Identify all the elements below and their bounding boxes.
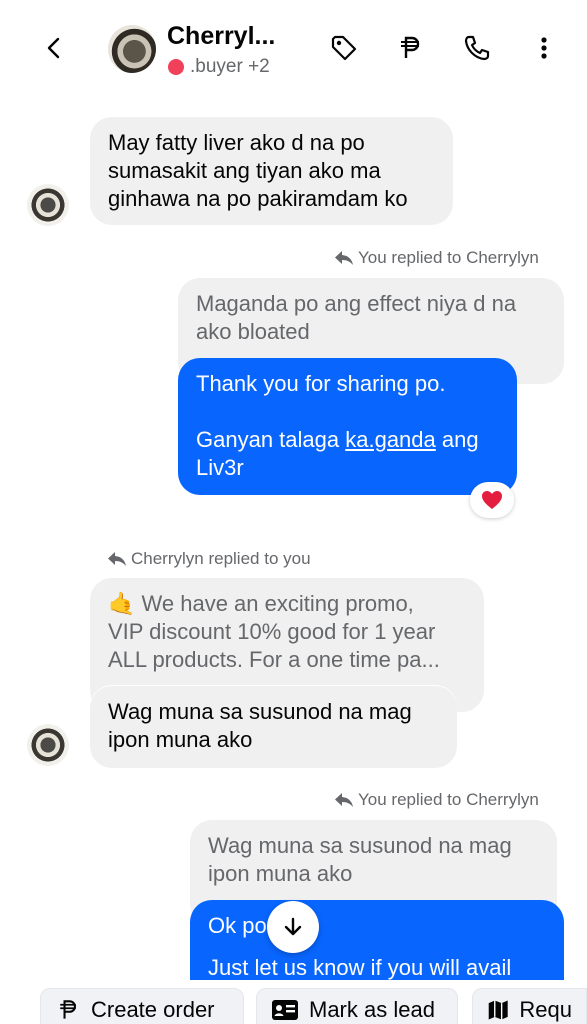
payment-button[interactable] bbox=[394, 32, 426, 64]
contact-label-row[interactable]: .buyer +2 bbox=[168, 56, 270, 78]
outgoing-message-1[interactable]: Thank you for sharing po. Ganyan talaga … bbox=[178, 358, 517, 495]
message-line: Ganyan talaga ka.ganda ang bbox=[196, 427, 479, 452]
quoted-line: ipon muna ako bbox=[208, 861, 353, 886]
create-order-button[interactable]: Create order bbox=[40, 988, 244, 1024]
map-icon bbox=[488, 1000, 508, 1020]
reply-indicator-text: You replied to Cherrylyn bbox=[358, 248, 539, 267]
contact-avatar[interactable] bbox=[108, 25, 156, 73]
request-label: Requ bbox=[519, 997, 572, 1022]
more-icon bbox=[541, 37, 547, 59]
quoted-line: Maganda po ang effect niya d na bbox=[196, 291, 517, 316]
message-link[interactable]: ka.ganda bbox=[345, 427, 436, 452]
sender-avatar[interactable] bbox=[27, 184, 69, 226]
contact-name[interactable]: Cherryl... bbox=[167, 22, 275, 51]
message-line: Liv3r bbox=[196, 455, 244, 480]
peso-icon bbox=[401, 36, 420, 58]
quick-actions-bar: Create order Mark as lead Requ bbox=[0, 980, 587, 1024]
reply-indicator: You replied to Cherrylyn bbox=[334, 790, 539, 810]
quoted-line: Wag muna sa susunod na mag bbox=[208, 833, 512, 858]
message-line: sumasakit ang tiyan ako ma bbox=[108, 158, 381, 183]
message-line: May fatty liver ako d na po bbox=[108, 130, 365, 155]
reply-indicator-text: Cherrylyn replied to you bbox=[131, 549, 311, 568]
message-line: Thank you for sharing po. bbox=[196, 371, 446, 396]
phone-icon bbox=[464, 35, 490, 61]
request-button[interactable]: Requ bbox=[472, 988, 587, 1024]
quoted-line: 🤙 We have an exciting promo, bbox=[108, 591, 414, 616]
back-button[interactable] bbox=[40, 34, 68, 62]
call-button[interactable] bbox=[461, 32, 493, 64]
sender-avatar[interactable] bbox=[27, 724, 69, 766]
incoming-message-2[interactable]: Wag muna sa susunod na mag ipon muna ako bbox=[90, 686, 457, 768]
message-line: ginhawa na po pakiramdam ko bbox=[108, 186, 408, 211]
message-line: Ok po bbox=[208, 913, 267, 938]
reply-indicator: Cherrylyn replied to you bbox=[107, 549, 311, 569]
peso-icon bbox=[60, 1000, 76, 1019]
contact-label: .buyer +2 bbox=[190, 56, 270, 77]
reply-indicator-text: You replied to Cherrylyn bbox=[358, 790, 539, 809]
reply-indicator: You replied to Cherrylyn bbox=[334, 248, 539, 268]
scroll-to-bottom-button[interactable] bbox=[267, 901, 319, 953]
reply-arrow-icon bbox=[335, 251, 353, 265]
quoted-line: ako bloated bbox=[196, 319, 310, 344]
quoted-line: ALL products. For a one time pa... bbox=[108, 647, 440, 672]
incoming-message-1[interactable]: May fatty liver ako d na po sumasakit an… bbox=[90, 117, 453, 225]
arrow-down-icon bbox=[284, 917, 302, 936]
back-icon bbox=[47, 37, 60, 59]
label-button[interactable] bbox=[328, 32, 360, 64]
mark-as-lead-button[interactable]: Mark as lead bbox=[256, 988, 458, 1024]
reply-arrow-icon bbox=[108, 552, 126, 566]
heart-icon bbox=[482, 491, 502, 509]
mark-as-lead-label: Mark as lead bbox=[309, 997, 435, 1022]
message-line: ipon muna ako bbox=[108, 727, 253, 752]
reaction-badge[interactable] bbox=[470, 482, 514, 518]
quoted-line: VIP discount 10% good for 1 year bbox=[108, 619, 436, 644]
message-line: Just let us know if you will avail bbox=[208, 955, 512, 980]
more-options-button[interactable] bbox=[528, 32, 560, 64]
conversation-header: Cherryl... .buyer +2 bbox=[0, 0, 587, 100]
tag-icon bbox=[331, 35, 357, 61]
message-line: Wag muna sa susunod na mag bbox=[108, 699, 412, 724]
contact-card-icon bbox=[272, 1000, 298, 1020]
create-order-label: Create order bbox=[91, 997, 215, 1022]
label-color-dot bbox=[168, 59, 184, 75]
reply-arrow-icon bbox=[335, 793, 353, 807]
